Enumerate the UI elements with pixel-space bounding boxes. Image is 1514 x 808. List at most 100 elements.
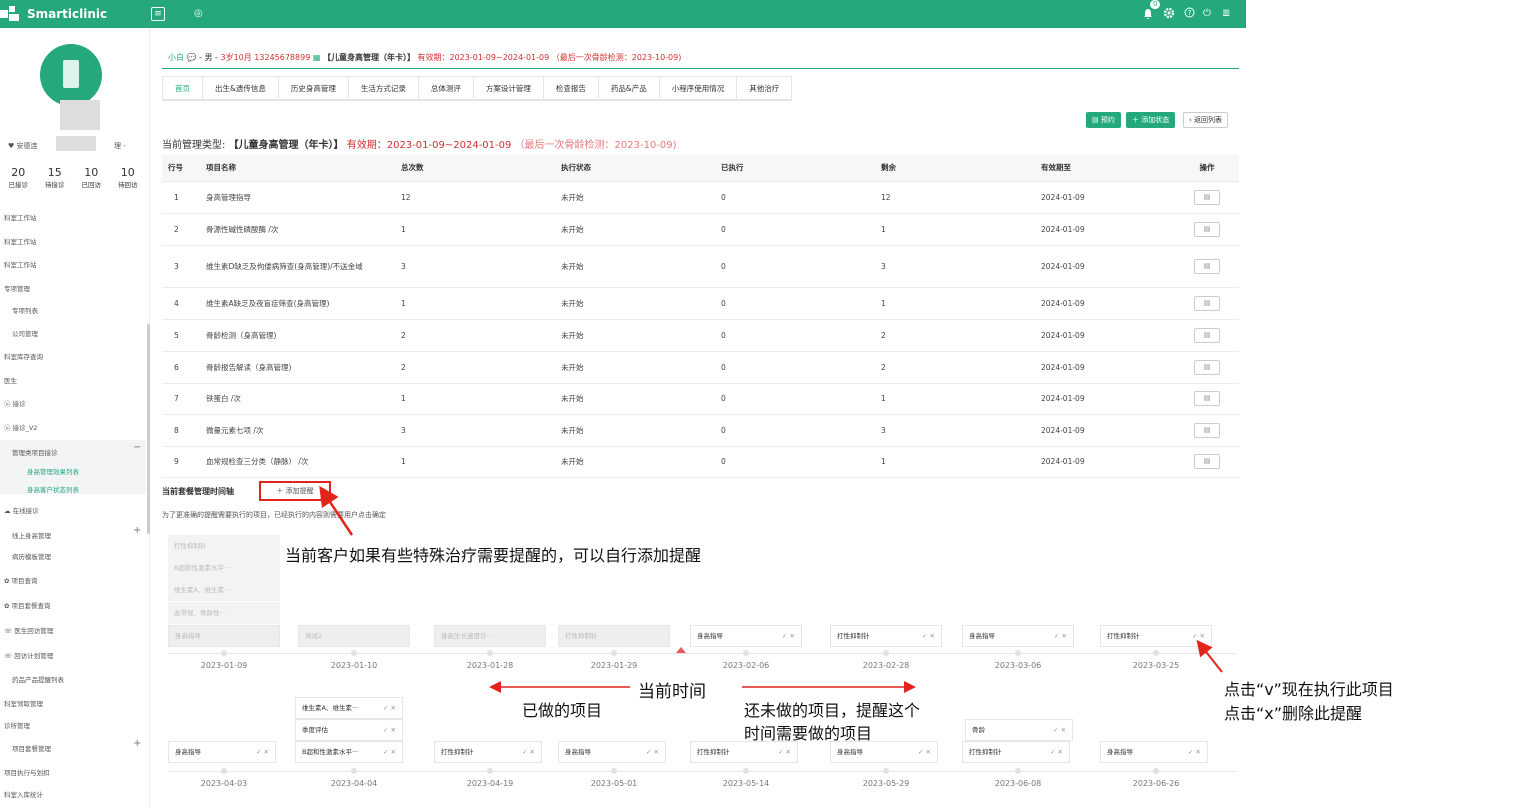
target-icon[interactable]: ◎: [194, 7, 203, 21]
sidebar-item[interactable]: 管理类项目接诊: [12, 447, 58, 457]
confirm-delete-icons[interactable]: ✓ ✕: [383, 742, 396, 762]
confirm-delete-icons[interactable]: ✓ ✕: [922, 626, 935, 646]
tab[interactable]: 小程序使用情况: [659, 76, 738, 100]
add-reminder-button[interactable]: ＋ 添加提醒: [259, 481, 331, 501]
chat-icon[interactable]: 💬: [187, 53, 197, 62]
sidebar-item[interactable]: 诊所管理: [4, 720, 30, 730]
sidebar-item[interactable]: 医生: [4, 375, 17, 385]
timeline-card[interactable]: 身高指导 ✓ ✕: [558, 741, 666, 763]
gear-icon[interactable]: [1163, 7, 1175, 24]
more-icon[interactable]: ≣: [1222, 7, 1230, 21]
tab[interactable]: 生活方式记录: [348, 76, 419, 100]
timeline-card[interactable]: 打性抑制针 ✓ ✕: [1100, 625, 1212, 647]
timeline-card[interactable]: 身高指导 ✓ ✕: [962, 625, 1074, 647]
tab[interactable]: 首页: [162, 76, 203, 100]
calendar-icon[interactable]: ▤: [1194, 327, 1220, 343]
confirm-delete-icons[interactable]: ✓ ✕: [918, 742, 931, 762]
timeline-card[interactable]: 身高指导 ✓ ✕: [690, 625, 802, 647]
timeline-card[interactable]: 身高指导: [168, 625, 280, 647]
calendar-icon[interactable]: ▤: [1194, 189, 1220, 205]
tab[interactable]: 总体测评: [418, 76, 474, 100]
stat-waiting[interactable]: 15 待接诊: [37, 166, 74, 189]
sidebar-item[interactable]: 线上身高管理: [12, 530, 51, 540]
sidebar-item[interactable]: ✿ 项目查询: [4, 575, 38, 585]
timeline-card[interactable]: 打性抑制针: [558, 625, 670, 647]
confirm-delete-icons[interactable]: ✓ ✕: [256, 742, 269, 762]
calendar-icon[interactable]: ▤: [1194, 454, 1220, 469]
sidebar-item[interactable]: 病历模板管理: [12, 551, 51, 561]
timeline-card[interactable]: B超和性激素水平··· ✓ ✕: [295, 741, 403, 763]
sidebar-item[interactable]: 身高管理效果列表: [27, 466, 79, 476]
sidebar-item[interactable]: 科室库存查询: [4, 351, 43, 361]
timeline-card[interactable]: 打性抑制针 ✓ ✕: [830, 625, 942, 647]
timeline-card[interactable]: 季度评估 ✓ ✕: [295, 719, 403, 741]
sidebar-item[interactable]: 身高客户状态列表: [27, 484, 79, 494]
timeline-card[interactable]: 维生素A、维生素··· ✓ ✕: [295, 697, 403, 719]
appointment-button[interactable]: ▤ 预约: [1086, 112, 1121, 128]
expand-icon[interactable]: +: [133, 738, 141, 749]
sidebar-item[interactable]: 专项列表: [12, 305, 38, 315]
sidebar-item[interactable]: ☏ 回访计划管理: [4, 650, 53, 660]
avatar[interactable]: [40, 44, 102, 106]
expand-icon[interactable]: +: [133, 525, 141, 536]
sidebar-item[interactable]: 药品产品提醒列表: [12, 674, 64, 684]
timeline-card[interactable]: 打性抑制针 ✓ ✕: [962, 741, 1070, 763]
sidebar-item[interactable]: 项目执行与划扣: [4, 767, 50, 777]
timeline-card[interactable]: 身高指导 ✓ ✕: [168, 741, 276, 763]
timeline-card[interactable]: 身高指导 ✓ ✕: [1100, 741, 1208, 763]
confirm-delete-icons[interactable]: ✓ ✕: [1188, 742, 1201, 762]
stat-to-follow[interactable]: 10 待回访: [110, 166, 147, 189]
timeline-card[interactable]: 测试2: [298, 625, 410, 647]
sidebar-item[interactable]: ☁ 在线接诊: [4, 505, 39, 515]
confirm-delete-icons[interactable]: ✓ ✕: [1050, 742, 1063, 762]
confirm-delete-icons[interactable]: ✓ ✕: [782, 626, 795, 646]
confirm-delete-icons[interactable]: ✓ ✕: [778, 742, 791, 762]
tab[interactable]: 方案设计管理: [473, 76, 544, 100]
brand[interactable]: Smarticlinic: [0, 6, 107, 22]
confirm-delete-icons[interactable]: ✓ ✕: [383, 698, 396, 718]
power-icon[interactable]: ⏻: [1203, 7, 1211, 21]
sidebar-item[interactable]: ⓤ 接诊_V2: [4, 422, 37, 432]
calendar-icon[interactable]: ▤: [1194, 359, 1220, 375]
timeline-card[interactable]: 身高指导 ✓ ✕: [830, 741, 938, 763]
help-icon[interactable]: ?: [1184, 7, 1195, 23]
sidebar-item[interactable]: ⓤ 接诊: [4, 398, 26, 408]
sidebar-item[interactable]: 科室入库统计: [4, 789, 43, 799]
timeline-card[interactable]: 身高生长速度诊···: [434, 625, 546, 647]
tab[interactable]: 其他治疗: [737, 76, 793, 100]
confirm-delete-icons[interactable]: ✓ ✕: [522, 742, 535, 762]
timeline-card[interactable]: 打性抑制针 ✓ ✕: [434, 741, 542, 763]
sidebar-item[interactable]: ☏ 医生回访管理: [4, 625, 53, 635]
back-to-list-button[interactable]: ‹ 返回列表: [1183, 112, 1229, 128]
confirm-delete-icons[interactable]: ✓ ✕: [1192, 626, 1205, 646]
calendar-icon[interactable]: ▤: [1194, 391, 1220, 406]
timeline-card[interactable]: 骨龄 ✓ ✕: [965, 719, 1073, 741]
stat-followed[interactable]: 10 已回访: [73, 166, 110, 189]
sidebar-item[interactable]: 公司管理: [12, 328, 38, 338]
sidebar-item[interactable]: 科室工作站: [4, 259, 37, 269]
sidebar-item[interactable]: 科室工作站: [4, 236, 37, 246]
calendar-icon[interactable]: ▤: [1194, 295, 1220, 311]
add-status-button[interactable]: ＋ 添加状态: [1126, 112, 1176, 128]
calendar-icon[interactable]: ▤: [1194, 258, 1220, 274]
sidebar-item[interactable]: ✿ 项目套餐查询: [4, 600, 51, 610]
tab[interactable]: 历史身高管理: [278, 76, 349, 100]
sidebar-item[interactable]: 项目套餐管理: [12, 743, 51, 753]
sidebar-item[interactable]: 科室工作站: [4, 212, 37, 222]
collapse-icon[interactable]: −: [133, 442, 141, 453]
confirm-delete-icons[interactable]: ✓ ✕: [1053, 720, 1066, 740]
timeline-card[interactable]: 打性抑制针 ✓ ✕: [690, 741, 798, 763]
sidebar-item[interactable]: 专项管理: [4, 283, 30, 293]
tab[interactable]: 药品&产品: [598, 76, 660, 100]
tab[interactable]: 出生&遗传信息: [203, 76, 279, 100]
menu-toggle-icon[interactable]: ≡: [151, 7, 165, 21]
sidebar-item[interactable]: 科室领取管理: [4, 698, 43, 708]
confirm-delete-icons[interactable]: ✓ ✕: [383, 720, 396, 740]
card-icon[interactable]: ▦: [313, 53, 321, 62]
calendar-icon[interactable]: ▤: [1194, 221, 1220, 237]
calendar-icon[interactable]: ▤: [1194, 422, 1220, 438]
confirm-delete-icons[interactable]: ✓ ✕: [646, 742, 659, 762]
stat-received[interactable]: 20 已接诊: [0, 166, 37, 189]
bell-icon[interactable]: [1143, 8, 1153, 25]
tab[interactable]: 检查报告: [543, 76, 599, 100]
